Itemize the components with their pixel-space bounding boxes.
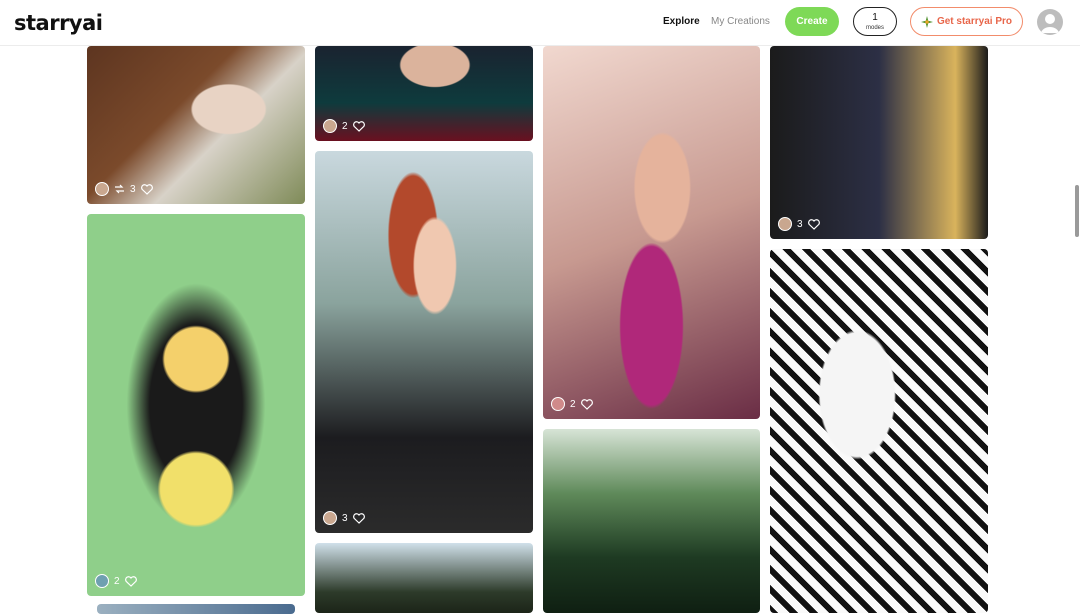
gallery-card-portrait-woman[interactable]: 2 (543, 46, 760, 419)
gallery-card-partial[interactable] (97, 604, 295, 614)
get-pro-button[interactable]: Get starryai Pro (910, 7, 1023, 36)
heart-icon[interactable] (807, 218, 820, 230)
heart-icon[interactable] (352, 512, 365, 524)
gallery-card-overgrown-ruins[interactable] (543, 429, 760, 613)
sparkle-icon (920, 15, 933, 28)
user-avatar-icon[interactable] (1037, 9, 1063, 35)
gallery-card-tree[interactable] (315, 543, 533, 613)
card-meta: 2 (323, 119, 365, 133)
nav-my-creations-link[interactable]: My Creations (711, 16, 770, 27)
like-count: 3 (342, 512, 348, 524)
like-count: 3 (130, 183, 136, 195)
creator-avatar[interactable] (323, 511, 337, 525)
modes-button[interactable]: 1 modes (853, 7, 897, 36)
top-navbar: starryai ✦ Explore My Creations Create 1… (0, 0, 1080, 46)
like-count: 2 (342, 120, 348, 132)
page-scrollbar[interactable] (1075, 185, 1079, 237)
modes-label: modes (865, 24, 884, 31)
like-count: 2 (114, 575, 120, 587)
get-pro-label: Get starryai Pro (936, 16, 1013, 27)
gallery-card-dark-dress[interactable]: 2 (315, 46, 533, 141)
gallery-card-blonde-corset[interactable]: 3 (770, 46, 988, 239)
remix-icon[interactable] (114, 184, 125, 194)
card-meta: 2 (95, 574, 137, 588)
gallery-card-ink-portrait[interactable] (770, 249, 988, 613)
gallery-card-couple[interactable]: 3 (87, 46, 305, 204)
like-count: 3 (797, 218, 803, 230)
creator-avatar[interactable] (95, 574, 109, 588)
gallery-card-chibi-girls[interactable]: 2 (87, 214, 305, 596)
create-button[interactable]: Create (785, 7, 839, 36)
card-meta: 3 (323, 511, 365, 525)
card-meta: 2 (551, 397, 593, 411)
like-count: 2 (570, 398, 576, 410)
heart-icon[interactable] (352, 120, 365, 132)
creator-avatar[interactable] (95, 182, 109, 196)
modes-count: 1 (872, 11, 878, 23)
creator-avatar[interactable] (323, 119, 337, 133)
nav-explore-link[interactable]: Explore (663, 16, 700, 27)
creator-avatar[interactable] (778, 217, 792, 231)
card-meta: 3 (778, 217, 820, 231)
heart-icon[interactable] (580, 398, 593, 410)
heart-icon[interactable] (124, 575, 137, 587)
creator-avatar[interactable] (551, 397, 565, 411)
gallery-card-red-hair-woman[interactable]: 3 (315, 151, 533, 533)
card-meta: 3 (95, 182, 153, 196)
heart-icon[interactable] (140, 183, 153, 195)
logo-star-icon: ✦ (87, 18, 95, 28)
